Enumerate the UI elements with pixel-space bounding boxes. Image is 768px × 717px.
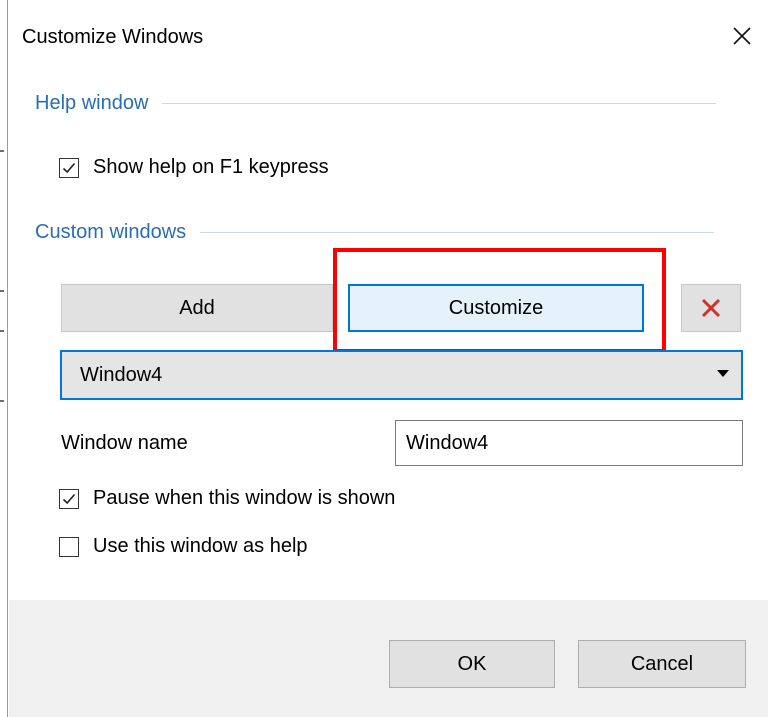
dropdown-arrow-icon xyxy=(717,370,729,377)
pause-label: Pause when this window is shown xyxy=(93,487,396,509)
customize-button[interactable]: Customize xyxy=(348,284,644,332)
section-divider xyxy=(200,232,715,233)
custom-windows-header-text: Custom windows xyxy=(35,221,187,243)
show-help-checkbox-row[interactable]: Show help on F1 keypress xyxy=(59,156,329,179)
customize-button-label: Customize xyxy=(448,296,544,319)
ok-button[interactable]: OK xyxy=(389,640,555,688)
ok-button-label: OK xyxy=(457,652,487,675)
pause-checkbox[interactable] xyxy=(59,488,79,509)
show-help-checkbox[interactable] xyxy=(59,157,79,178)
delete-window-button[interactable] xyxy=(681,284,741,332)
add-button-label: Add xyxy=(179,296,215,319)
window-name-label: Window name xyxy=(61,432,188,454)
window-name-input[interactable] xyxy=(395,420,743,466)
help-window-section-header: Help window xyxy=(35,92,717,115)
use-as-help-checkbox-row[interactable]: Use this window as help xyxy=(59,535,308,558)
customize-windows-dialog: Customize Windows Help window Show help … xyxy=(9,0,768,717)
delete-x-icon xyxy=(701,298,721,318)
selected-window-value: Window4 xyxy=(80,363,163,386)
custom-windows-section-header: Custom windows xyxy=(35,221,715,244)
background-window-edge xyxy=(0,0,9,717)
show-help-label: Show help on F1 keypress xyxy=(93,156,329,178)
add-window-button[interactable]: Add xyxy=(61,284,333,332)
checkmark-icon xyxy=(62,493,76,504)
pause-checkbox-row[interactable]: Pause when this window is shown xyxy=(59,487,395,510)
cancel-button-label: Cancel xyxy=(630,652,694,675)
dialog-title: Customize Windows xyxy=(22,26,204,48)
use-as-help-label: Use this window as help xyxy=(93,535,308,557)
close-icon xyxy=(733,27,751,45)
close-button[interactable] xyxy=(726,20,758,52)
window-select-dropdown[interactable]: Window4 xyxy=(60,350,743,400)
help-window-header-text: Help window xyxy=(35,92,149,114)
title-bar: Customize Windows xyxy=(9,0,768,72)
screenshot-stage: Customize Windows Help window Show help … xyxy=(0,0,768,717)
use-as-help-checkbox[interactable] xyxy=(59,536,79,557)
cancel-button[interactable]: Cancel xyxy=(578,640,746,688)
section-divider xyxy=(162,103,717,104)
checkmark-icon xyxy=(62,162,76,173)
